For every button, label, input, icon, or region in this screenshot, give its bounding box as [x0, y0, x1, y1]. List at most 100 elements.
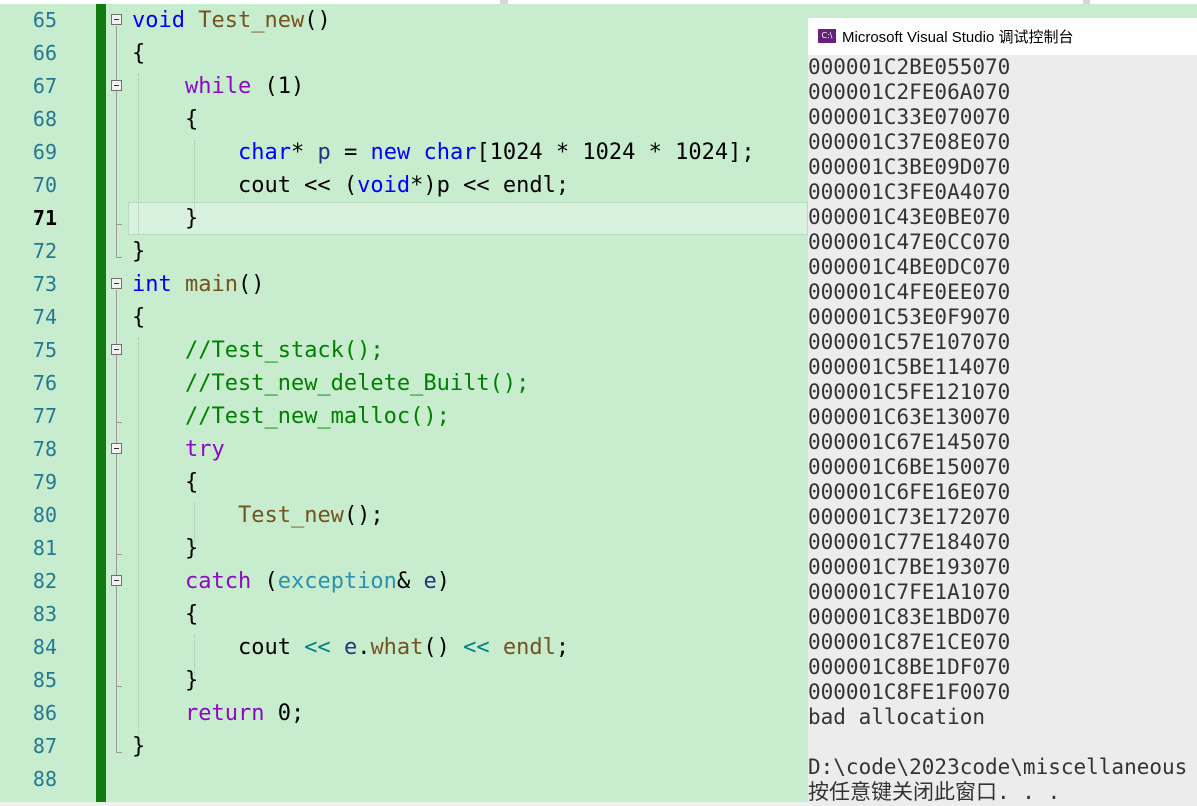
code-token: return	[184, 701, 265, 726]
code-line[interactable]: 76 //Test_new_delete_Built();	[0, 367, 808, 400]
code-line[interactable]: 82 catch (exception& e)	[0, 565, 808, 598]
code-token: ()	[423, 635, 464, 660]
code-line[interactable]: 73 int main()	[0, 268, 808, 301]
console-output: 000001C2BE055070 000001C2FE06A070 000001…	[808, 55, 1187, 805]
console-line: 000001C7BE193070	[808, 555, 1011, 579]
code-text[interactable]: int main()	[132, 268, 264, 301]
code-token: cout << (	[132, 173, 358, 198]
console-line: 000001C5BE114070	[808, 355, 1011, 379]
code-text[interactable]: cout << e.what() << endl;	[132, 631, 569, 664]
code-token: try	[184, 437, 225, 462]
console-line: 000001C73E172070	[808, 505, 1011, 529]
console-line: 000001C2BE055070	[808, 55, 1011, 79]
debug-console-window[interactable]: C:\ Microsoft Visual Studio 调试控制台 000001…	[808, 18, 1197, 806]
code-text[interactable]: }	[132, 202, 198, 235]
code-text[interactable]: {	[132, 301, 145, 334]
line-number: 68	[32, 107, 57, 131]
line-number: 65	[32, 8, 57, 32]
code-token: endl	[502, 635, 556, 660]
console-line: 000001C4FE0EE070	[808, 280, 1011, 304]
console-line: 000001C63E130070	[808, 405, 1011, 429]
code-text[interactable]: {	[132, 37, 145, 70]
code-token: =	[330, 140, 371, 165]
code-token: e	[343, 635, 358, 660]
code-line[interactable]: 80 Test_new();	[0, 499, 808, 532]
line-number: 66	[32, 41, 57, 65]
console-line: 000001C8BE1DF070	[808, 655, 1011, 679]
code-line[interactable]: 83 {	[0, 598, 808, 631]
code-text[interactable]: cout << (void*)p << endl;	[132, 169, 569, 202]
code-text[interactable]: }	[132, 235, 145, 268]
code-token: Test_new	[198, 8, 305, 33]
code-token: new	[370, 140, 411, 165]
console-title: Microsoft Visual Studio 调试控制台	[842, 29, 1074, 46]
code-text[interactable]: //Test_new_delete_Built();	[132, 367, 529, 400]
code-text[interactable]: while (1)	[132, 70, 304, 103]
code-text[interactable]: try	[132, 433, 225, 466]
code-line[interactable]: 65 void Test_new()	[0, 4, 808, 37]
console-title-bar[interactable]: C:\ Microsoft Visual Studio 调试控制台	[808, 18, 1197, 55]
code-line[interactable]: 66 {	[0, 37, 808, 70]
code-line[interactable]: 79 {	[0, 466, 808, 499]
code-line[interactable]: 69 char* p = new char[1024 * 1024 * 1024…	[0, 136, 808, 169]
line-number: 88	[32, 767, 57, 791]
code-text[interactable]: return 0;	[132, 697, 304, 730]
code-line[interactable]: 87}	[0, 730, 808, 763]
code-token: ;	[555, 635, 570, 660]
line-number: 84	[32, 635, 57, 659]
console-line: 000001C6BE150070	[808, 455, 1011, 479]
code-token: (1)	[251, 74, 305, 99]
code-text[interactable]: {	[132, 103, 198, 136]
code-text[interactable]: char* p = new char[1024 * 1024 * 1024];	[132, 136, 755, 169]
code-token: main	[185, 272, 238, 297]
line-number: 69	[32, 140, 57, 164]
code-text[interactable]: //Test_new_malloc();	[132, 400, 450, 433]
code-token: //Test_new_malloc();	[184, 404, 450, 429]
code-token: *	[290, 140, 318, 165]
code-editor[interactable]: 65 void Test_new() 66{67 while (1) 68 {69 c…	[0, 4, 808, 802]
code-line[interactable]: 68 {	[0, 103, 808, 136]
code-line[interactable]: 77 //Test_new_malloc();	[0, 400, 808, 433]
line-number: 85	[32, 668, 57, 692]
code-text[interactable]: {	[132, 598, 198, 631]
code-line[interactable]: 67 while (1)	[0, 70, 808, 103]
code-text[interactable]: }	[132, 730, 145, 763]
code-line[interactable]: 75 //Test_stack();	[0, 334, 808, 367]
code-line[interactable]: 81 }	[0, 532, 808, 565]
code-line[interactable]: 88	[0, 763, 808, 796]
code-line[interactable]: 84 cout << e.what() << endl;	[0, 631, 808, 664]
code-line[interactable]: 71 }	[0, 202, 808, 235]
console-line: 000001C6FE16E070	[808, 480, 1011, 504]
console-body[interactable]: 000001C2BE055070 000001C2FE06A070 000001…	[808, 55, 1197, 806]
code-token: p	[317, 140, 331, 165]
code-text[interactable]: }	[132, 664, 198, 697]
code-token: {	[132, 107, 199, 132]
code-token: }	[132, 206, 199, 231]
console-line: 000001C7FE1A1070	[808, 580, 1011, 604]
code-text[interactable]: void Test_new()	[132, 4, 331, 37]
code-text[interactable]: //Test_stack();	[132, 334, 384, 367]
code-line[interactable]: 74 {	[0, 301, 808, 334]
code-token: }	[132, 239, 146, 264]
code-text[interactable]: }	[132, 532, 198, 565]
code-token: exception	[277, 569, 397, 594]
code-line[interactable]: 78 try	[0, 433, 808, 466]
code-line[interactable]: 72}	[0, 235, 808, 268]
code-line[interactable]: 86 return 0;	[0, 697, 808, 730]
code-text[interactable]: {	[132, 466, 198, 499]
console-line: 000001C8FE1F0070	[808, 680, 1011, 704]
code-line[interactable]: 70 cout << (void*)p << endl;	[0, 169, 808, 202]
console-line: 000001C3BE09D070	[808, 155, 1011, 179]
console-line: 000001C43E0BE070	[808, 205, 1011, 229]
code-text[interactable]: catch (exception& e)	[132, 565, 450, 598]
line-number: 75	[32, 338, 57, 362]
code-line[interactable]: 85 }	[0, 664, 808, 697]
console-line: 000001C67E145070	[808, 430, 1011, 454]
line-number: 76	[32, 371, 57, 395]
code-text[interactable]: Test_new();	[132, 499, 384, 532]
